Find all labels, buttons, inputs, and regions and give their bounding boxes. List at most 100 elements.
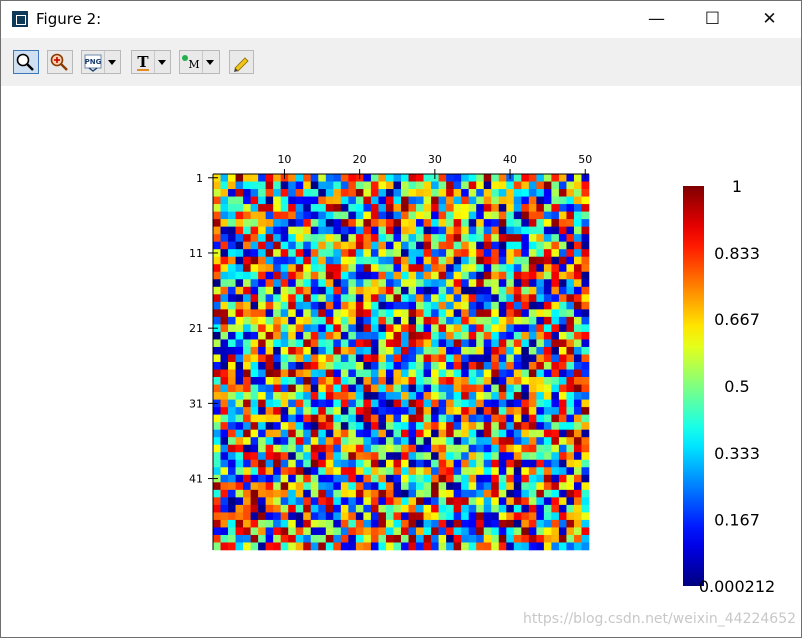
heatmap-cell xyxy=(250,241,259,250)
heatmap-cell xyxy=(506,459,515,468)
heatmap-cell xyxy=(401,234,409,242)
heatmap-cell xyxy=(273,377,281,385)
heatmap-cell xyxy=(446,384,454,393)
heatmap[interactable] xyxy=(213,174,590,551)
heatmap-cell xyxy=(258,241,266,250)
colorbar-tick-label: 0.833 xyxy=(714,244,760,263)
heatmap-cell xyxy=(213,407,221,415)
heatmap-cell xyxy=(303,542,312,551)
heatmap-cell xyxy=(431,369,439,378)
heatmap-cell xyxy=(213,519,221,528)
heatmap-cell xyxy=(333,437,342,446)
heatmap-cell xyxy=(213,294,221,303)
heatmap-cell xyxy=(461,189,469,197)
zoom-button[interactable] xyxy=(13,50,39,74)
heatmap-cell xyxy=(536,196,545,205)
heatmap-cell xyxy=(363,377,372,385)
heatmap-cell xyxy=(521,362,530,370)
heatmap-cell xyxy=(235,482,244,491)
heatmap-cell xyxy=(333,294,342,303)
heatmap-cell xyxy=(258,392,266,400)
heatmap-cell xyxy=(243,279,251,288)
heatmap-cell xyxy=(318,489,327,498)
heatmap-cell xyxy=(551,264,560,273)
heatmap-cell xyxy=(513,527,522,536)
minimize-button[interactable]: — xyxy=(634,1,679,38)
heatmap-cell xyxy=(461,354,469,363)
heatmap-cell xyxy=(340,489,349,498)
heatmap-cell xyxy=(513,294,522,303)
heatmap-cell xyxy=(378,489,387,498)
heatmap-cell xyxy=(401,271,409,280)
heatmap-cell xyxy=(303,354,312,363)
heatmap-cell xyxy=(438,422,447,430)
heatmap-cell xyxy=(573,339,582,348)
heatmap-cell xyxy=(468,399,477,408)
heatmap-cell xyxy=(521,226,530,235)
heatmap-cell xyxy=(483,279,492,288)
heatmap-cell xyxy=(340,392,349,400)
heatmap-cell xyxy=(363,422,372,430)
heatmap-cell xyxy=(528,264,537,273)
zoom-reset-button[interactable] xyxy=(47,50,73,74)
heatmap-cell xyxy=(303,226,312,235)
heatmap-cell xyxy=(228,174,236,182)
heatmap-cell xyxy=(250,414,259,423)
png-export-dropdown-icon[interactable] xyxy=(104,51,119,73)
heatmap-cell xyxy=(303,279,312,288)
png-export-button[interactable]: PNG xyxy=(81,50,121,74)
heatmap-cell xyxy=(220,542,229,551)
maximize-button[interactable]: ☐ xyxy=(690,1,735,38)
close-button[interactable]: ✕ xyxy=(747,1,792,38)
heatmap-cell xyxy=(483,392,492,400)
heatmap-cell xyxy=(446,354,454,363)
colorbar-tick-label: 0.333 xyxy=(714,444,760,463)
heatmap-cell xyxy=(363,279,372,288)
heatmap-cell xyxy=(498,301,507,310)
heatmap-cell xyxy=(491,279,500,288)
heatmap-cell xyxy=(378,241,387,250)
heatmap-cell xyxy=(250,519,259,528)
heatmap-cell xyxy=(258,219,266,227)
title-bar[interactable]: Figure 2: — ☐ ✕ xyxy=(1,1,801,38)
heatmap-cell xyxy=(431,241,439,250)
heatmap-cell xyxy=(325,377,334,385)
heatmap-cell xyxy=(521,489,530,498)
marker-tool-dropdown-icon[interactable] xyxy=(202,51,217,73)
heatmap-cell xyxy=(573,407,582,415)
heatmap-cell xyxy=(213,377,221,385)
heatmap-cell xyxy=(370,226,379,235)
heatmap-cell xyxy=(423,241,432,250)
heatmap-cell xyxy=(446,301,454,310)
heatmap-cell xyxy=(573,384,582,393)
heatmap-cell xyxy=(476,264,485,273)
heatmap-cell xyxy=(483,309,492,318)
heatmap-cell xyxy=(385,181,394,190)
heatmap-cell xyxy=(491,339,500,348)
heatmap-cell xyxy=(258,346,266,355)
text-tool-dropdown-icon[interactable] xyxy=(154,51,169,73)
heatmap-cell xyxy=(446,542,454,551)
heatmap-cell xyxy=(566,301,575,310)
heatmap-cell xyxy=(491,474,500,483)
heatmap-cell xyxy=(355,444,364,453)
heatmap-cell xyxy=(438,219,447,227)
pencil-button[interactable] xyxy=(229,50,254,74)
text-tool-button[interactable]: T xyxy=(131,50,171,74)
heatmap-cell xyxy=(385,534,394,543)
marker-tool-button[interactable]: M xyxy=(179,50,220,74)
heatmap-cell xyxy=(573,437,582,446)
heatmap-cell xyxy=(340,429,349,438)
heatmap-cell xyxy=(273,174,281,182)
heatmap-cell xyxy=(446,241,454,250)
heatmap-cell xyxy=(355,437,364,446)
heatmap-cell xyxy=(431,527,439,536)
heatmap-cell xyxy=(416,226,424,235)
heatmap-cell xyxy=(370,271,379,280)
heatmap-cell xyxy=(220,294,229,303)
heatmap-cell xyxy=(363,309,372,318)
heatmap-cell xyxy=(573,204,582,212)
heatmap-cell xyxy=(295,369,304,378)
heatmap-cell xyxy=(468,422,477,430)
heatmap-cell xyxy=(558,234,567,242)
